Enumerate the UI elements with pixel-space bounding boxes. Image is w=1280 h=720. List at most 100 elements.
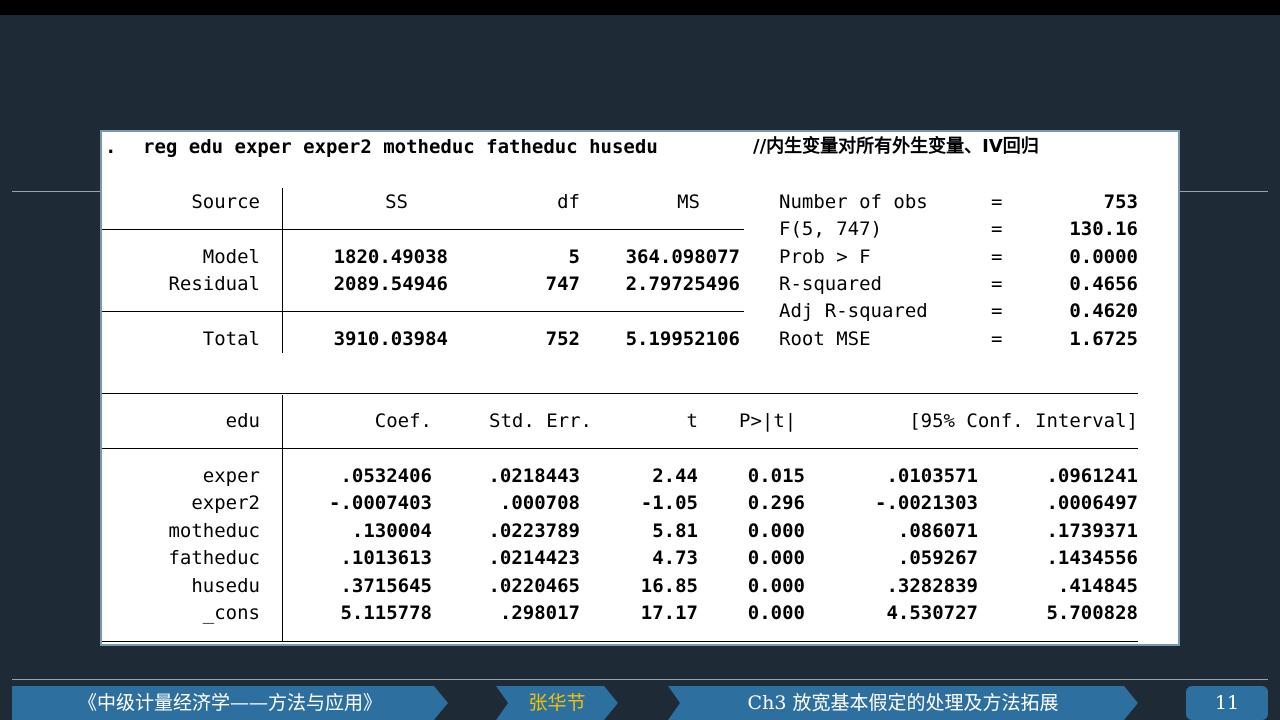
- coef-t: 4.73: [652, 547, 698, 569]
- coef-bottom-rule: [102, 641, 1138, 642]
- coef-ci-high: .0006497: [1046, 492, 1138, 514]
- anova-header-source: Source: [191, 191, 260, 213]
- anova-source-total: Total: [202, 328, 260, 350]
- stat-label-rmse: Root MSE: [779, 328, 871, 350]
- anova-ss-total: 3910.03984: [333, 328, 448, 350]
- coef-t: -1.05: [640, 492, 698, 514]
- coef-top-rule: [102, 393, 1138, 394]
- coef-p: 0.000: [747, 575, 805, 597]
- coef-value: .3715645: [340, 575, 432, 597]
- coef-header-var: edu: [225, 410, 260, 432]
- stat-label-f: F(5, 747): [779, 218, 882, 240]
- stat-value-rsq: 0.4656: [1069, 273, 1138, 295]
- coef-se: .0214423: [488, 547, 580, 569]
- footer-divider: [12, 679, 1268, 680]
- anova-ss-model: 1820.49038: [333, 246, 448, 268]
- coef-se: .298017: [499, 602, 580, 624]
- title-divider-left: [12, 191, 102, 192]
- anova-ms-residual: 2.79725496: [625, 273, 740, 295]
- coef-ci-low: 4.530727: [886, 602, 978, 624]
- stat-value-nobs: 753: [1103, 191, 1138, 213]
- footer-course-title: 《中级计量经济学——方法与应用》: [12, 686, 448, 720]
- stat-eq-f: =: [991, 218, 1003, 240]
- coef-ci-high: .1434556: [1046, 547, 1138, 569]
- anova-source-residual: Residual: [168, 273, 260, 295]
- stat-eq-nobs: =: [991, 191, 1003, 213]
- anova-header-ms: MS: [677, 191, 700, 213]
- coef-header-ci: [95% Conf. Interval]: [909, 410, 1138, 432]
- command-text: reg edu exper exper2 motheduc fatheduc h…: [143, 136, 658, 158]
- coef-ci-low: -.0021303: [875, 492, 978, 514]
- coef-ci-high: .414845: [1057, 575, 1138, 597]
- coef-ci-low: .086071: [897, 520, 978, 542]
- command-comment: //内生变量对所有外生变量、IV回归: [753, 136, 1039, 157]
- stat-label-adjrsq: Adj R-squared: [779, 300, 928, 322]
- coef-ci-low: .0103571: [886, 465, 978, 487]
- coef-var-exper2: exper2: [191, 492, 260, 514]
- anova-source-model: Model: [202, 246, 260, 268]
- footer-author: 张华节: [496, 686, 618, 720]
- anova-ms-model: 364.098077: [625, 246, 740, 268]
- coef-t: 17.17: [640, 602, 698, 624]
- stat-value-probf: 0.0000: [1069, 246, 1138, 268]
- coef-var-cons: _cons: [202, 602, 260, 624]
- stat-eq-rsq: =: [991, 273, 1003, 295]
- stat-label-rsq: R-squared: [779, 273, 882, 295]
- coef-header-t: t: [686, 410, 698, 432]
- coef-p: 0.296: [747, 492, 805, 514]
- anova-ss-residual: 2089.54946: [333, 273, 448, 295]
- stat-value-adjrsq: 0.4620: [1069, 300, 1138, 322]
- stat-eq-rmse: =: [991, 328, 1003, 350]
- anova-df-model: 5: [568, 246, 580, 268]
- coef-divider: [282, 395, 283, 641]
- anova-total-rule: [102, 311, 744, 312]
- coef-value: .1013613: [340, 547, 432, 569]
- command-prefix: .: [105, 136, 117, 158]
- anova-ms-total: 5.19952106: [625, 328, 740, 350]
- coef-header-p: P>|t|: [739, 410, 797, 432]
- coef-p: 0.000: [747, 547, 805, 569]
- stat-value-rmse: 1.6725: [1069, 328, 1138, 350]
- coef-header-se: Std. Err.: [489, 410, 592, 432]
- coef-ci-high: .0961241: [1046, 465, 1138, 487]
- anova-df-total: 752: [545, 328, 580, 350]
- title-divider-right: [1180, 191, 1268, 192]
- coef-value: -.0007403: [329, 492, 432, 514]
- coef-ci-low: .3282839: [886, 575, 978, 597]
- coef-se: .0218443: [488, 465, 580, 487]
- coef-p: 0.000: [747, 520, 805, 542]
- coef-t: 2.44: [652, 465, 698, 487]
- anova-header-rule: [102, 229, 744, 230]
- coef-value: .0532406: [340, 465, 432, 487]
- coef-value: 5.115778: [340, 602, 432, 624]
- coef-var-motheduc: motheduc: [168, 520, 260, 542]
- coef-se: .0223789: [488, 520, 580, 542]
- footer-chapter: Ch3 放宽基本假定的处理及方法拓展: [668, 686, 1138, 720]
- anova-divider: [282, 188, 283, 353]
- coef-var-exper: exper: [202, 465, 260, 487]
- stat-value-f: 130.16: [1069, 218, 1138, 240]
- coef-ci-high: .1739371: [1046, 520, 1138, 542]
- coef-p: 0.000: [747, 602, 805, 624]
- top-black-bar: [0, 0, 1280, 15]
- stat-eq-adjrsq: =: [991, 300, 1003, 322]
- coef-ci-high: 5.700828: [1046, 602, 1138, 624]
- coef-se: .000708: [499, 492, 580, 514]
- coef-p: 0.015: [747, 465, 805, 487]
- coef-header-rule: [102, 448, 1138, 449]
- anova-df-residual: 747: [545, 273, 580, 295]
- footer-page-number: 11: [1186, 686, 1268, 720]
- coef-se: .0220465: [488, 575, 580, 597]
- coef-t: 16.85: [640, 575, 698, 597]
- coef-var-fatheduc: fatheduc: [168, 547, 260, 569]
- stata-output-panel: . reg edu exper exper2 motheduc fatheduc…: [100, 130, 1180, 646]
- anova-header-df: df: [557, 191, 580, 213]
- coef-header-coef: Coef.: [374, 410, 432, 432]
- coef-value: .130004: [351, 520, 432, 542]
- stat-label-probf: Prob > F: [779, 246, 871, 268]
- coef-ci-low: .059267: [897, 547, 978, 569]
- stat-eq-probf: =: [991, 246, 1003, 268]
- anova-header-ss: SS: [385, 191, 408, 213]
- stat-label-nobs: Number of obs: [779, 191, 928, 213]
- coef-t: 5.81: [652, 520, 698, 542]
